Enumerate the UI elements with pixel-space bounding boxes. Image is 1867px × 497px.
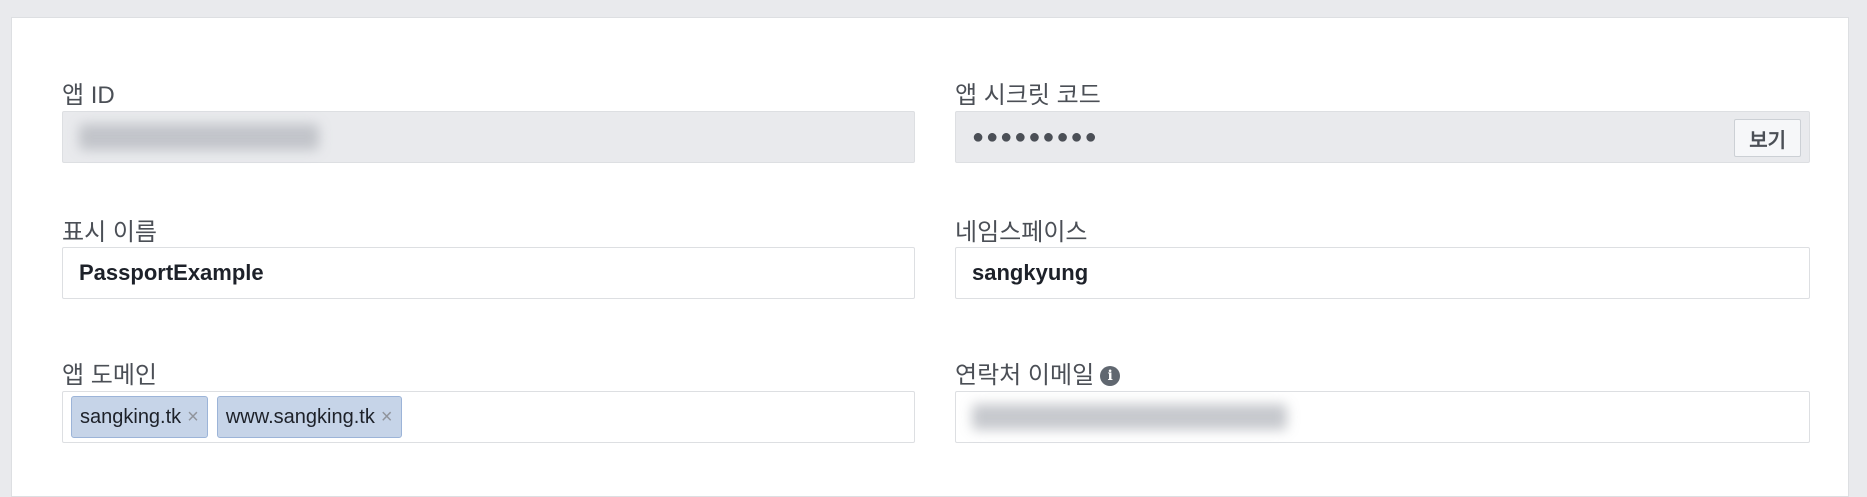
- domain-tag: www.sangking.tk ×: [216, 396, 402, 438]
- namespace-input[interactable]: sangkyung: [955, 247, 1810, 299]
- app-id-field[interactable]: [62, 111, 915, 163]
- app-secret-mask: ●●●●●●●●●: [972, 125, 1099, 148]
- app-secret-label: 앱 시크릿 코드: [955, 82, 1101, 109]
- display-name-label: 표시 이름: [62, 219, 157, 246]
- app-domain-label: 앱 도메인: [62, 362, 157, 389]
- app-id-redacted-value: [79, 124, 319, 150]
- domain-tag: sangking.tk ×: [71, 396, 208, 438]
- domain-tag-label: www.sangking.tk: [225, 405, 375, 428]
- domain-tag-label: sangking.tk: [80, 405, 182, 428]
- info-icon[interactable]: i: [1100, 366, 1121, 386]
- namespace-label: 네임스페이스: [955, 219, 1088, 246]
- app-domain-input[interactable]: sangking.tk × www.sangking.tk ×: [62, 391, 915, 443]
- app-settings-panel: 앱 ID 앱 시크릿 코드 ●●●●●●●●● 보기 표시 이름 Passpor…: [11, 17, 1849, 497]
- remove-tag-icon[interactable]: ×: [381, 406, 393, 429]
- contact-email-label-text: 연락처 이메일: [955, 362, 1095, 389]
- contact-email-input[interactable]: [955, 391, 1810, 443]
- contact-email-label: 연락처 이메일 i: [955, 362, 1121, 390]
- app-id-label: 앱 ID: [62, 82, 115, 109]
- app-secret-field[interactable]: ●●●●●●●●● 보기: [955, 111, 1810, 163]
- remove-tag-icon[interactable]: ×: [187, 406, 199, 429]
- contact-email-redacted-value: [972, 404, 1287, 430]
- show-secret-button[interactable]: 보기: [1734, 119, 1801, 157]
- display-name-input[interactable]: PassportExample: [62, 247, 915, 299]
